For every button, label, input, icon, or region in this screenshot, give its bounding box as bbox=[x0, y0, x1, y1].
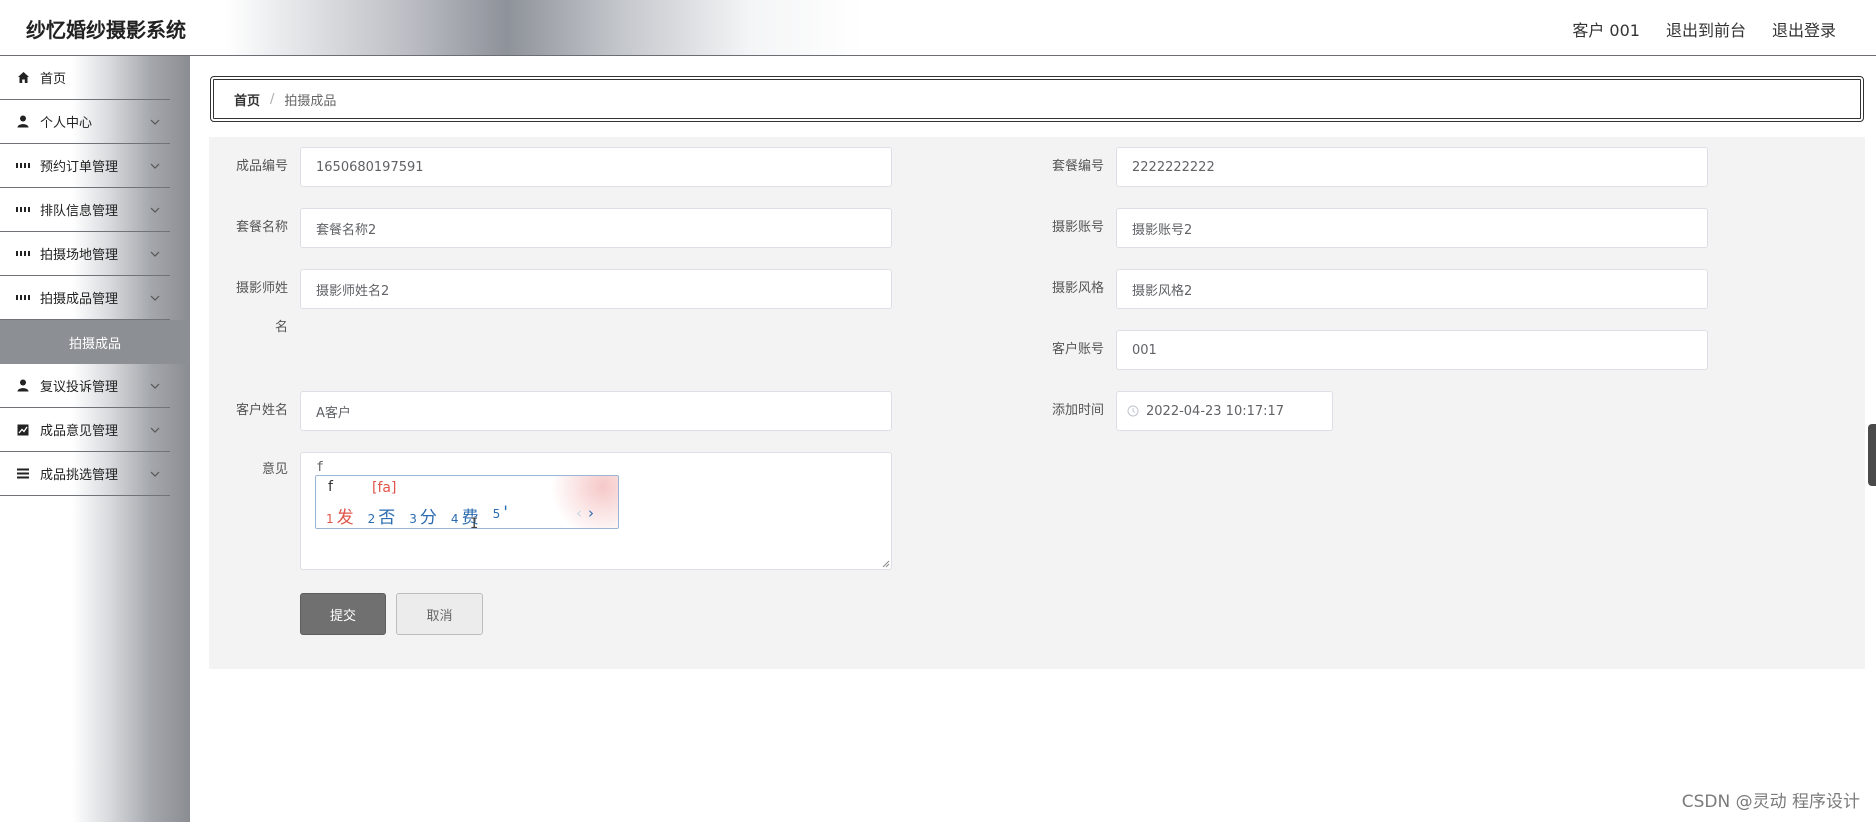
ime-next-page-icon[interactable]: › bbox=[588, 504, 594, 522]
list-icon bbox=[16, 467, 30, 481]
ime-candidate[interactable]: 2否 bbox=[368, 503, 396, 528]
home-icon bbox=[16, 71, 30, 85]
breadcrumb: 首页 / 拍摄成品 bbox=[210, 76, 1864, 122]
user-icon bbox=[16, 115, 30, 129]
sidebar: 首页 个人中心 预约订单管理 排队信息管理 拍摄场地管理 拍摄成品管理 拍摄成品… bbox=[0, 56, 190, 822]
sidebar-item-booking-orders[interactable]: 预约订单管理 bbox=[0, 144, 170, 188]
chevron-down-icon bbox=[150, 422, 160, 436]
sidebar-item-home[interactable]: 首页 bbox=[0, 56, 170, 100]
resize-handle-icon[interactable] bbox=[882, 560, 890, 568]
package-no-input[interactable]: 2222222222 bbox=[1116, 147, 1708, 187]
opinion-typed-text: f bbox=[316, 460, 324, 475]
watermark: CSDN @灵动 程序设计 bbox=[1681, 792, 1860, 812]
grid-icon bbox=[16, 291, 30, 305]
ime-page-arrows: ‹ › bbox=[576, 504, 594, 522]
package-no-label: 套餐编号 bbox=[1051, 159, 1104, 174]
breadcrumb-separator: / bbox=[270, 91, 275, 107]
scrollbar-thumb[interactable] bbox=[1868, 424, 1876, 486]
style-input[interactable]: 摄影风格2 bbox=[1116, 269, 1708, 309]
opinion-label: 意见 bbox=[261, 462, 288, 477]
sidebar-item-product-selection[interactable]: 成品挑选管理 bbox=[0, 452, 170, 496]
sidebar-item-label: 拍摄成品 bbox=[68, 336, 121, 352]
sidebar-subitem-finished-products[interactable]: 拍摄成品 bbox=[0, 320, 190, 364]
sidebar-item-shooting-venues[interactable]: 拍摄场地管理 bbox=[0, 232, 170, 276]
breadcrumb-home-link[interactable]: 首页 bbox=[234, 90, 260, 109]
top-header: 纱忆婚纱摄影系统 客户 001 退出到前台 退出登录 bbox=[0, 0, 1876, 56]
chevron-down-icon bbox=[150, 202, 160, 216]
package-name-label: 套餐名称 bbox=[235, 220, 288, 235]
sidebar-item-product-opinions[interactable]: 成品意见管理 bbox=[0, 408, 170, 452]
current-user: 客户 001 bbox=[1572, 21, 1640, 40]
user-icon bbox=[16, 379, 30, 393]
chevron-down-icon bbox=[150, 466, 160, 480]
sidebar-item-label: 排队信息管理 bbox=[40, 204, 119, 219]
ime-pinyin: [fa] bbox=[372, 480, 397, 496]
style-label: 摄影风格 bbox=[1051, 281, 1104, 296]
package-name-input[interactable]: 套餐名称2 bbox=[300, 208, 892, 248]
submit-button[interactable]: 提交 bbox=[300, 593, 386, 635]
add-time-label: 添加时间 bbox=[1051, 403, 1104, 418]
chevron-down-icon bbox=[150, 378, 160, 392]
sidebar-item-label: 个人中心 bbox=[40, 116, 93, 131]
ime-candidate[interactable]: 3分 bbox=[409, 503, 437, 528]
ime-candidate[interactable]: 5 ' bbox=[493, 503, 508, 528]
sidebar-item-label: 成品挑选管理 bbox=[40, 468, 119, 483]
grid-icon bbox=[16, 203, 30, 217]
product-no-input[interactable]: 1650680197591 bbox=[300, 147, 892, 187]
photographer-name-label-wrap: 名 bbox=[274, 320, 288, 335]
grid-icon bbox=[16, 247, 30, 261]
customer-name-input[interactable]: A客户 bbox=[300, 391, 892, 431]
sidebar-menu: 首页 个人中心 预约订单管理 排队信息管理 拍摄场地管理 拍摄成品管理 拍摄成品… bbox=[0, 56, 190, 496]
sidebar-item-label: 首页 bbox=[40, 72, 67, 87]
sidebar-item-label: 预约订单管理 bbox=[40, 160, 119, 175]
product-no-label: 成品编号 bbox=[235, 159, 288, 174]
chart-icon bbox=[16, 423, 30, 437]
grid-icon bbox=[16, 159, 30, 173]
chevron-up-icon bbox=[150, 290, 160, 304]
text-cursor-icon: I bbox=[470, 516, 479, 532]
sidebar-item-label: 拍摄场地管理 bbox=[40, 248, 119, 263]
ime-candidate[interactable]: 1发 bbox=[326, 503, 354, 528]
sidebar-item-finished-products-mgmt[interactable]: 拍摄成品管理 bbox=[0, 276, 170, 320]
app-title: 纱忆婚纱摄影系统 bbox=[26, 18, 186, 42]
ime-prev-page-icon[interactable]: ‹ bbox=[576, 504, 582, 522]
customer-name-label: 客户姓名 bbox=[235, 403, 288, 418]
ime-candidates: 1发 2否 3分 4费 5 ' bbox=[326, 503, 508, 528]
photographer-account-label: 摄影账号 bbox=[1051, 220, 1104, 235]
sidebar-item-personal-center[interactable]: 个人中心 bbox=[0, 100, 170, 144]
chevron-down-icon bbox=[150, 114, 160, 128]
ime-composition: f bbox=[328, 479, 333, 495]
cancel-button[interactable]: 取消 bbox=[396, 593, 483, 635]
customer-account-input[interactable]: 001 bbox=[1116, 330, 1708, 370]
sidebar-item-label: 成品意见管理 bbox=[40, 424, 119, 439]
exit-to-front-link[interactable]: 退出到前台 bbox=[1666, 17, 1746, 41]
sidebar-item-label: 拍摄成品管理 bbox=[40, 292, 119, 307]
sidebar-item-label: 复议投诉管理 bbox=[40, 380, 119, 395]
clock-icon bbox=[1127, 405, 1139, 417]
photographer-name-label: 摄影师姓 bbox=[235, 281, 288, 296]
photographer-name-input[interactable]: 摄影师姓名2 bbox=[300, 269, 892, 309]
chevron-down-icon bbox=[150, 246, 160, 260]
photographer-account-input[interactable]: 摄影账号2 bbox=[1116, 208, 1708, 248]
add-time-picker[interactable]: 2022-04-23 10:17:17 bbox=[1116, 391, 1333, 431]
chevron-down-icon bbox=[150, 158, 160, 172]
header-nav: 客户 001 退出到前台 退出登录 bbox=[1572, 17, 1836, 41]
logout-link[interactable]: 退出登录 bbox=[1772, 17, 1836, 41]
sidebar-item-queue-info[interactable]: 排队信息管理 bbox=[0, 188, 170, 232]
customer-account-label: 客户账号 bbox=[1051, 342, 1104, 357]
add-time-value: 2022-04-23 10:17:17 bbox=[1146, 403, 1285, 419]
ime-candidate-window: f [fa] 1发 2否 3分 4费 5 ' ‹ › bbox=[315, 475, 619, 529]
breadcrumb-current: 拍摄成品 bbox=[284, 93, 337, 109]
sidebar-item-appeals[interactable]: 复议投诉管理 bbox=[0, 364, 170, 408]
